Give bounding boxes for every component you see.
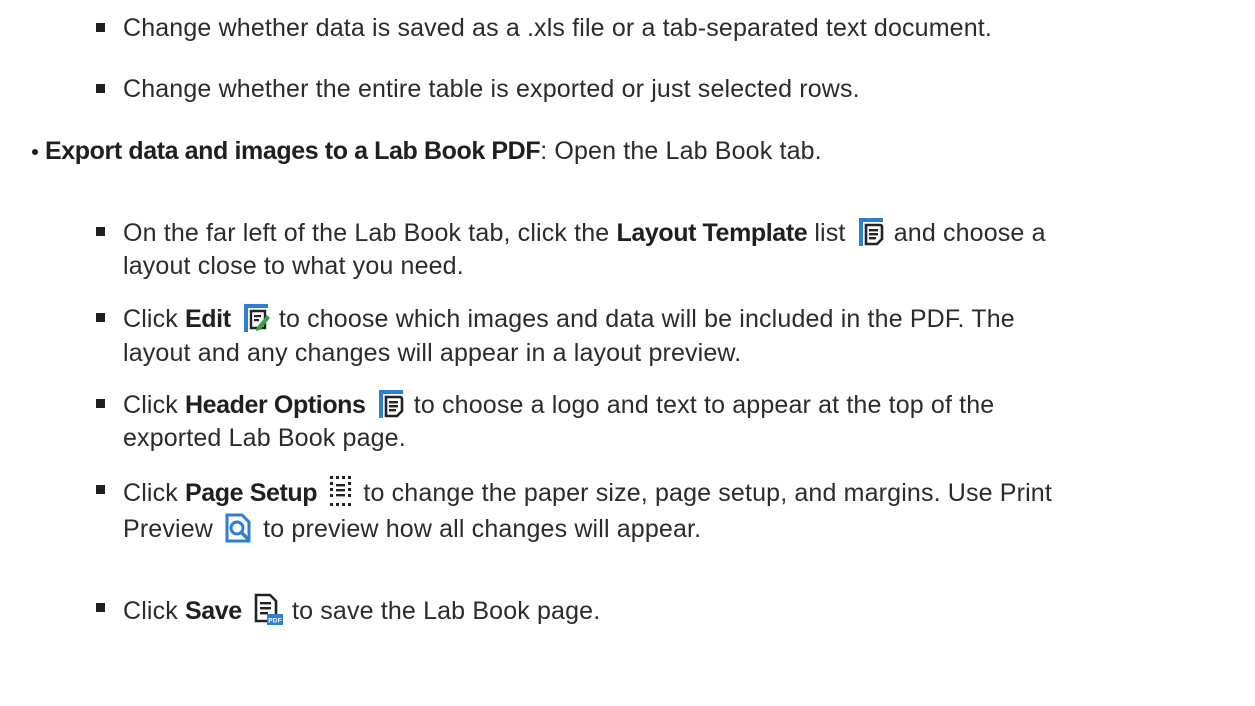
list-item-text: to preview how all changes will appear. — [256, 515, 702, 543]
list-item: Click Page Setup to change the paper siz… — [123, 475, 1052, 508]
bullet-square — [96, 23, 105, 32]
list-item-text: On the far left of the Lab Book tab, cli… — [123, 219, 617, 247]
bullet-square — [96, 313, 105, 322]
list-item-text: Click — [123, 305, 186, 333]
lab-book-heading: Export data and images to a Lab Book PDF… — [45, 136, 822, 166]
list-item-text: Change whether data is saved as a .xls f… — [123, 14, 992, 42]
list-item-text: Click — [123, 479, 186, 507]
bullet-square — [96, 227, 105, 236]
list-item: Change whether data is saved as a .xls f… — [123, 13, 992, 43]
list-item-continuation: Preview to preview how all changes will … — [123, 513, 701, 544]
list-item-text: to save the Lab Book page. — [284, 597, 601, 625]
header-options-icon — [377, 389, 405, 419]
save-pdf-icon: PDF — [253, 593, 283, 625]
save-label: Save — [185, 597, 242, 625]
bullet-square — [96, 84, 105, 93]
list-item: Click Header Options to choose a logo an… — [123, 389, 994, 420]
list-item-text: Preview — [123, 515, 213, 543]
header-options-label: Header Options — [185, 391, 366, 419]
page-setup-icon — [328, 475, 354, 507]
pdf-badge-text: PDF — [268, 618, 281, 625]
list-item: Click Edit to choose which images and da… — [123, 303, 1015, 334]
layout-template-label: Layout Template — [616, 219, 808, 247]
bullet-square — [96, 485, 105, 494]
edit-label: Edit — [185, 305, 231, 333]
list-item-text: Click — [123, 597, 186, 625]
edit-layout-icon — [242, 303, 270, 333]
list-item-text: layout and any changes will appear in a … — [123, 339, 742, 367]
list-item-text: to change the paper size, page setup, an… — [356, 479, 1052, 507]
list-item-text: Change whether the entire table is expor… — [123, 75, 860, 103]
list-item: On the far left of the Lab Book tab, cli… — [123, 217, 1046, 248]
lab-book-heading-bold: Export data and images to a Lab Book PDF — [45, 137, 541, 165]
list-item: Click Save PDF to save the Lab Book page… — [123, 593, 600, 626]
list-item-text: to choose a logo and text to appear at t… — [406, 391, 995, 419]
list-item-text: to choose which images and data will be … — [271, 305, 1015, 333]
list-item-continuation: layout and any changes will appear in a … — [123, 338, 741, 368]
print-preview-icon — [224, 513, 254, 543]
list-item-text: layout close to what you need. — [123, 252, 464, 280]
list-item-text: list — [807, 219, 846, 247]
page-setup-label: Page Setup — [185, 479, 318, 507]
bullet-square — [96, 603, 105, 612]
list-item-continuation: exported Lab Book page. — [123, 423, 406, 453]
list-item-text: exported Lab Book page. — [123, 424, 406, 452]
list-item-text: Click — [123, 391, 186, 419]
bullet-square — [96, 399, 105, 408]
layout-template-icon — [857, 217, 885, 247]
bullet-dot — [32, 149, 38, 155]
list-item-text: and choose a — [886, 219, 1046, 247]
lab-book-heading-suffix: : Open the Lab Book tab. — [540, 137, 822, 165]
list-item-continuation: layout close to what you need. — [123, 251, 464, 281]
list-item: Change whether the entire table is expor… — [123, 74, 860, 104]
